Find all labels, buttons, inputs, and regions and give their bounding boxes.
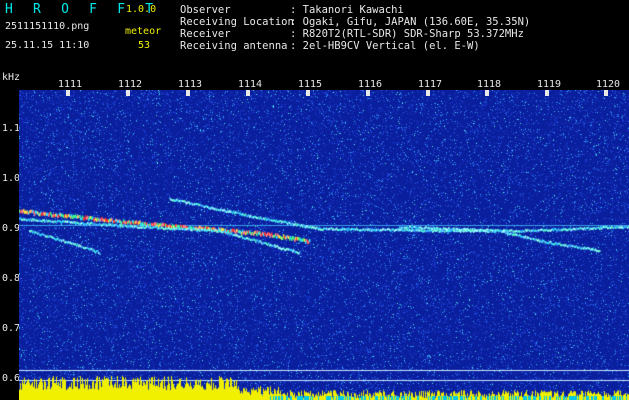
receiver-value: : R820T2(RTL-SDR) SDR-Sharp 53.372MHz (290, 28, 524, 40)
x-tick-label: 1120 (596, 79, 621, 90)
y-tick-label: 0.8 (2, 273, 21, 284)
y-axis-unit: kHz (2, 72, 21, 83)
location-label: Receiving Location (180, 16, 294, 28)
mode-label: meteor (125, 26, 162, 37)
minute-marker (126, 90, 130, 96)
y-tick-label: 1.0 (2, 173, 21, 184)
meteor-count: 53 (138, 40, 151, 51)
antenna-label: Receiving antenna (180, 40, 288, 52)
minute-marker (604, 90, 608, 96)
receiver-label: Receiver (180, 28, 231, 40)
minute-marker (485, 90, 489, 96)
x-tick-label: 1112 (118, 79, 143, 90)
x-tick-label: 1116 (358, 79, 383, 90)
file-name: 2511151110.png (5, 21, 90, 32)
observer-label: Observer (180, 4, 231, 16)
minute-marker (545, 90, 549, 96)
y-tick-label: 0.9 (2, 223, 21, 234)
location-value: : Ogaki, Gifu, JAPAN (136.60E, 35.35N) (290, 16, 531, 28)
date-time: 25.11.15 11:10 (5, 40, 90, 51)
x-tick-label: 1117 (418, 79, 443, 90)
x-tick-label: 1118 (477, 79, 502, 90)
y-tick-label: 0.7 (2, 323, 21, 334)
x-tick-label: 1113 (178, 79, 203, 90)
minute-marker (366, 90, 370, 96)
x-tick-label: 1114 (238, 79, 263, 90)
minute-marker (306, 90, 310, 96)
spectrogram-canvas (19, 90, 629, 400)
minute-marker (66, 90, 70, 96)
minute-marker (186, 90, 190, 96)
antenna-value: : 2el-HB9CV Vertical (el. E-W) (290, 40, 480, 52)
y-tick-label: 1.1 (2, 123, 21, 134)
observer-value: : Takanori Kawachi (290, 4, 404, 16)
y-tick-label: 0.6 (2, 373, 21, 384)
x-tick-label: 1111 (58, 79, 83, 90)
x-tick-label: 1115 (298, 79, 323, 90)
app-version: 1.0.0 (126, 4, 157, 15)
minute-marker (426, 90, 430, 96)
header-panel: H R O F F T 1.0.0 2511151110.png meteor … (0, 0, 629, 72)
minute-marker (246, 90, 250, 96)
x-tick-label: 1119 (537, 79, 562, 90)
